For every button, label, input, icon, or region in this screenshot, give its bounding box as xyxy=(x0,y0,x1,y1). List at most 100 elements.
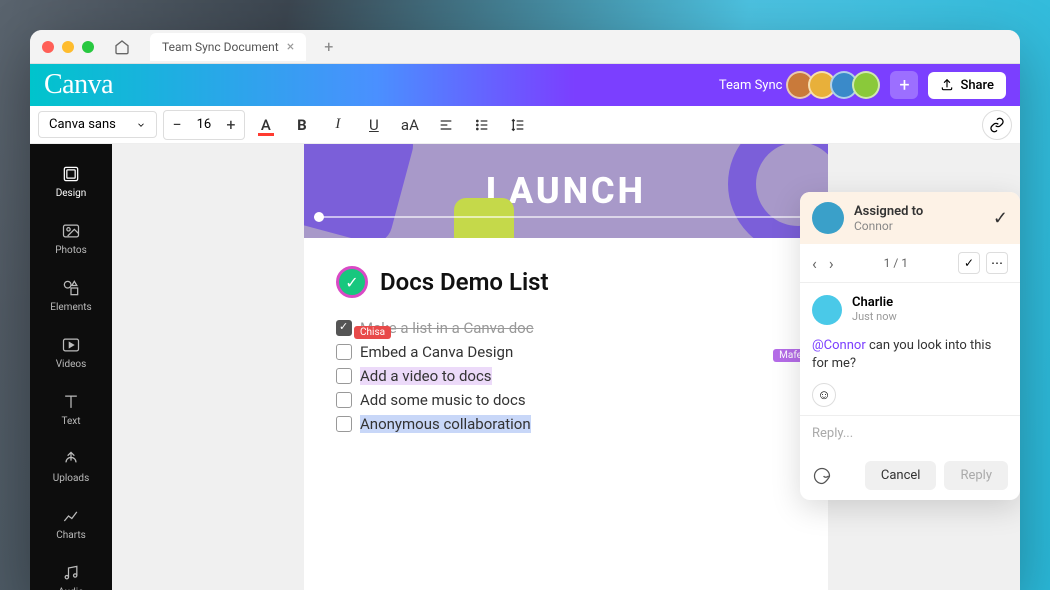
checkbox[interactable] xyxy=(336,320,352,336)
text-case-button[interactable]: aA xyxy=(395,110,425,140)
chevron-down-icon xyxy=(136,120,146,130)
home-icon[interactable] xyxy=(110,35,134,59)
todo-text: Embed a Canva Design xyxy=(360,343,513,361)
close-tab-icon[interactable]: × xyxy=(287,39,294,55)
font-family-select[interactable]: Canva sans xyxy=(38,111,157,138)
comment-author-avatar xyxy=(812,295,842,325)
sidebar-item-label: Videos xyxy=(56,359,87,370)
sticker-icon[interactable] xyxy=(812,466,832,486)
close-window-button[interactable] xyxy=(42,41,54,53)
sidebar-item-charts[interactable]: Charts xyxy=(30,498,112,549)
sidebar-item-label: Uploads xyxy=(53,473,89,484)
sidebar-item-uploads[interactable]: Uploads xyxy=(30,441,112,492)
add-collaborator-button[interactable]: + xyxy=(890,71,918,99)
sidebar-item-label: Photos xyxy=(55,245,87,256)
tab-title: Team Sync Document xyxy=(162,40,279,54)
maximize-window-button[interactable] xyxy=(82,41,94,53)
audio-icon xyxy=(61,563,81,583)
decrease-font-button[interactable]: − xyxy=(164,111,190,139)
assigned-to-label: Assigned to xyxy=(854,204,983,219)
sidebar-item-photos[interactable]: Photos xyxy=(30,213,112,264)
resolve-button[interactable]: ✓ xyxy=(958,252,980,274)
todo-item[interactable]: Chisa Embed a Canva Design xyxy=(336,340,796,364)
next-comment-icon[interactable]: › xyxy=(829,254,834,273)
checkbox[interactable] xyxy=(336,344,352,360)
upload-icon xyxy=(940,78,954,92)
reply-input[interactable]: Reply... xyxy=(800,415,1020,451)
collaborator-avatars[interactable] xyxy=(792,71,880,99)
todo-item[interactable]: Anonymous collaboration xyxy=(336,412,796,436)
app-header: Canva Team Sync + Share xyxy=(30,64,1020,106)
sidebar-item-design[interactable]: Design xyxy=(30,156,112,207)
assignee-name: Connor xyxy=(854,219,983,233)
checkbox[interactable] xyxy=(336,368,352,384)
link-button[interactable] xyxy=(982,110,1012,140)
left-sidebar: Design Photos Elements Videos Text Uploa… xyxy=(30,144,112,590)
mention[interactable]: @Connor xyxy=(812,338,866,353)
prev-comment-icon[interactable]: ‹ xyxy=(812,254,817,273)
videos-icon xyxy=(61,335,81,355)
canva-logo[interactable]: Canva xyxy=(44,69,113,101)
comment-time: Just now xyxy=(852,310,1008,323)
todo-item[interactable]: Add some music to docs Charlie xyxy=(336,388,796,412)
browser-tab[interactable]: Team Sync Document × xyxy=(150,33,306,61)
team-name-label: Team Sync xyxy=(719,78,783,93)
sidebar-item-audio[interactable]: Audio xyxy=(30,555,112,590)
list-title[interactable]: Docs Demo List xyxy=(380,268,549,296)
list-button[interactable] xyxy=(467,110,497,140)
sidebar-item-elements[interactable]: Elements xyxy=(30,270,112,321)
comment-body: @Connor can you look into this for me? xyxy=(800,337,1020,383)
sidebar-item-text[interactable]: Text xyxy=(30,384,112,435)
text-toolbar: Canva sans − 16 + A B I U aA xyxy=(30,106,1020,144)
spacing-button[interactable] xyxy=(503,110,533,140)
elements-icon xyxy=(61,278,81,298)
uploads-icon xyxy=(61,449,81,469)
assignee-avatar xyxy=(812,202,844,234)
text-color-button[interactable]: A xyxy=(251,110,281,140)
share-label: Share xyxy=(960,78,994,93)
todo-text: Anonymous collaboration xyxy=(360,415,531,433)
titlebar: Team Sync Document × + xyxy=(30,30,1020,64)
align-button[interactable] xyxy=(431,110,461,140)
new-tab-button[interactable]: + xyxy=(324,37,333,56)
checkbox[interactable] xyxy=(336,392,352,408)
todo-item[interactable]: Make a list in a Canva doc xyxy=(336,316,796,340)
share-button[interactable]: Share xyxy=(928,72,1006,99)
sidebar-item-label: Text xyxy=(61,416,80,427)
text-icon xyxy=(61,392,81,412)
avatar[interactable] xyxy=(852,71,880,99)
todo-text: Add some music to docs xyxy=(360,391,526,409)
add-reaction-icon[interactable]: ☺ xyxy=(812,383,836,407)
sidebar-item-videos[interactable]: Videos xyxy=(30,327,112,378)
sidebar-item-label: Elements xyxy=(50,302,91,313)
bold-button[interactable]: B xyxy=(287,110,317,140)
canvas-area: LAUNCH ✓ Docs Demo List Make a list in a… xyxy=(112,144,1020,590)
charts-icon xyxy=(61,506,81,526)
document[interactable]: LAUNCH ✓ Docs Demo List Make a list in a… xyxy=(304,144,828,590)
comment-author: Charlie xyxy=(852,295,1008,310)
sidebar-item-label: Charts xyxy=(56,530,86,541)
resolve-check-icon[interactable]: ✓ xyxy=(993,208,1008,229)
checklist-badge-icon: ✓ xyxy=(336,266,368,298)
todo-text: Add a video to docs xyxy=(360,367,492,385)
font-size-value[interactable]: 16 xyxy=(190,117,218,132)
minimize-window-button[interactable] xyxy=(62,41,74,53)
comment-nav: ‹ › 1 / 1 ✓ ⋯ xyxy=(800,244,1020,283)
cancel-button[interactable]: Cancel xyxy=(865,461,937,490)
photos-icon xyxy=(61,221,81,241)
more-options-icon[interactable]: ⋯ xyxy=(986,252,1008,274)
comment-assigned-header: Assigned to Connor ✓ xyxy=(800,192,1020,244)
todo-item[interactable]: Mafe Add a video to docs xyxy=(336,364,796,388)
comment-panel: Assigned to Connor ✓ ‹ › 1 / 1 ✓ ⋯ xyxy=(800,192,1020,500)
cursor-tag-chisa: Chisa xyxy=(354,326,391,339)
underline-button[interactable]: U xyxy=(359,110,389,140)
italic-button[interactable]: I xyxy=(323,110,353,140)
reply-button[interactable]: Reply xyxy=(944,461,1008,490)
slider-thumb[interactable] xyxy=(314,212,324,222)
checkbox[interactable] xyxy=(336,416,352,432)
design-icon xyxy=(61,164,81,184)
increase-font-button[interactable]: + xyxy=(218,111,244,139)
hero-image[interactable]: LAUNCH xyxy=(304,144,828,238)
sidebar-item-label: Design xyxy=(56,188,87,199)
comment-count: 1 / 1 xyxy=(884,256,908,270)
